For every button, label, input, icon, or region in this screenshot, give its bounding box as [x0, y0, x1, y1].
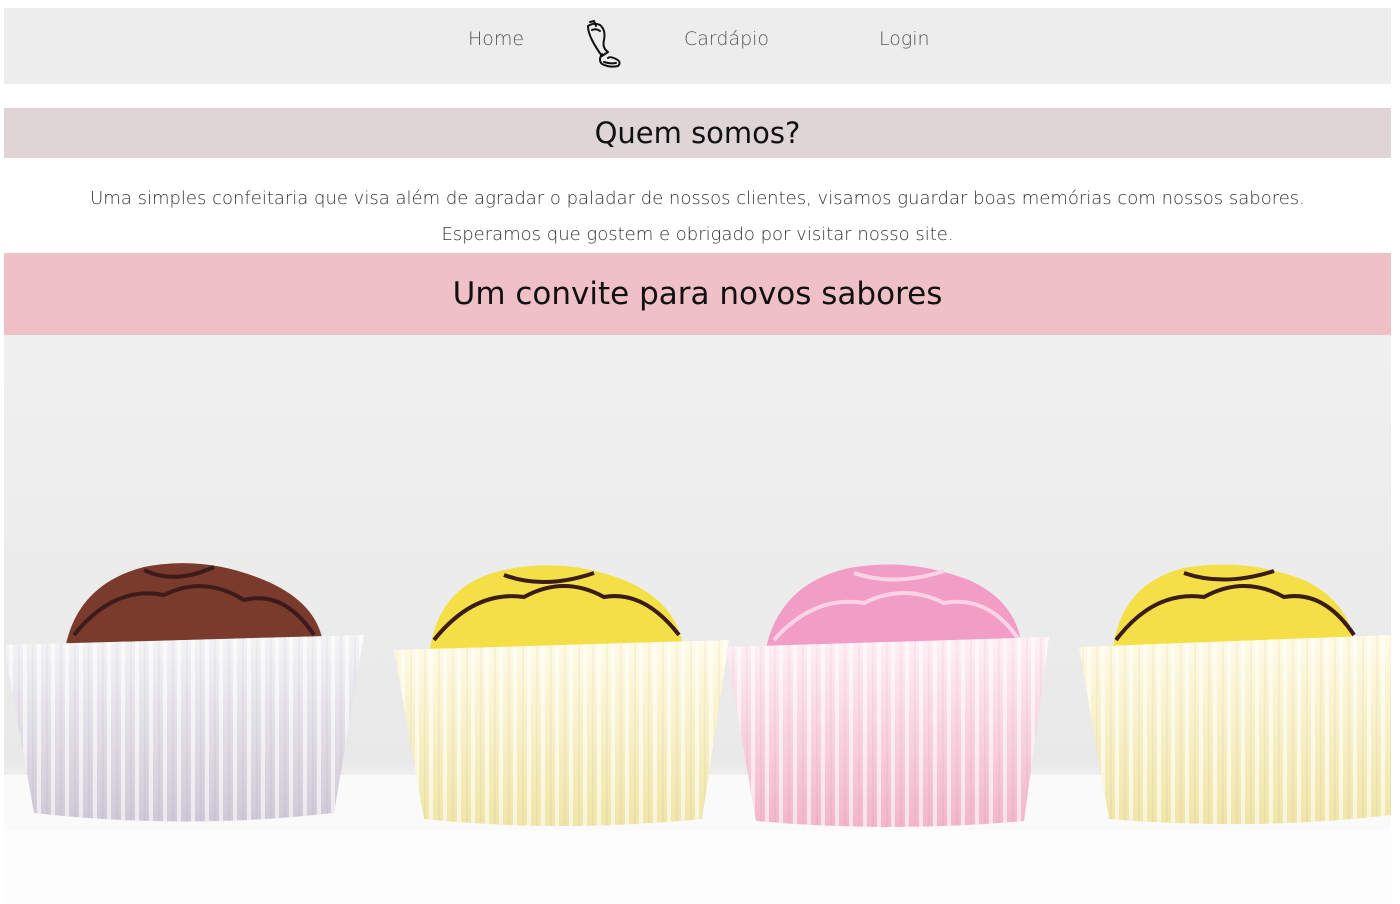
about-text: Uma simples confeitaria que visa além de…	[4, 158, 1391, 253]
nav-login-link[interactable]: Login	[879, 28, 930, 50]
invite-title: Um convite para novos sabores	[452, 276, 943, 312]
nav-menu-link[interactable]: Cardápio	[684, 28, 769, 50]
invite-header: Um convite para novos sabores	[4, 253, 1391, 335]
navbar: Home Cardápio Login	[4, 8, 1391, 84]
about-header: Quem somos?	[4, 108, 1391, 158]
piping-bag-icon[interactable]	[582, 18, 624, 70]
about-title: Quem somos?	[594, 116, 801, 150]
about-line-2: Esperamos que gostem e obrigado por visi…	[441, 224, 954, 245]
cupcakes-photo	[4, 335, 1391, 904]
cupcakes-illustration	[4, 335, 1391, 904]
nav-home-link[interactable]: Home	[468, 28, 524, 50]
page: Home Cardápio Login Quem somos? Uma simp…	[0, 0, 1400, 904]
about-line-1: Uma simples confeitaria que visa além de…	[90, 188, 1305, 209]
